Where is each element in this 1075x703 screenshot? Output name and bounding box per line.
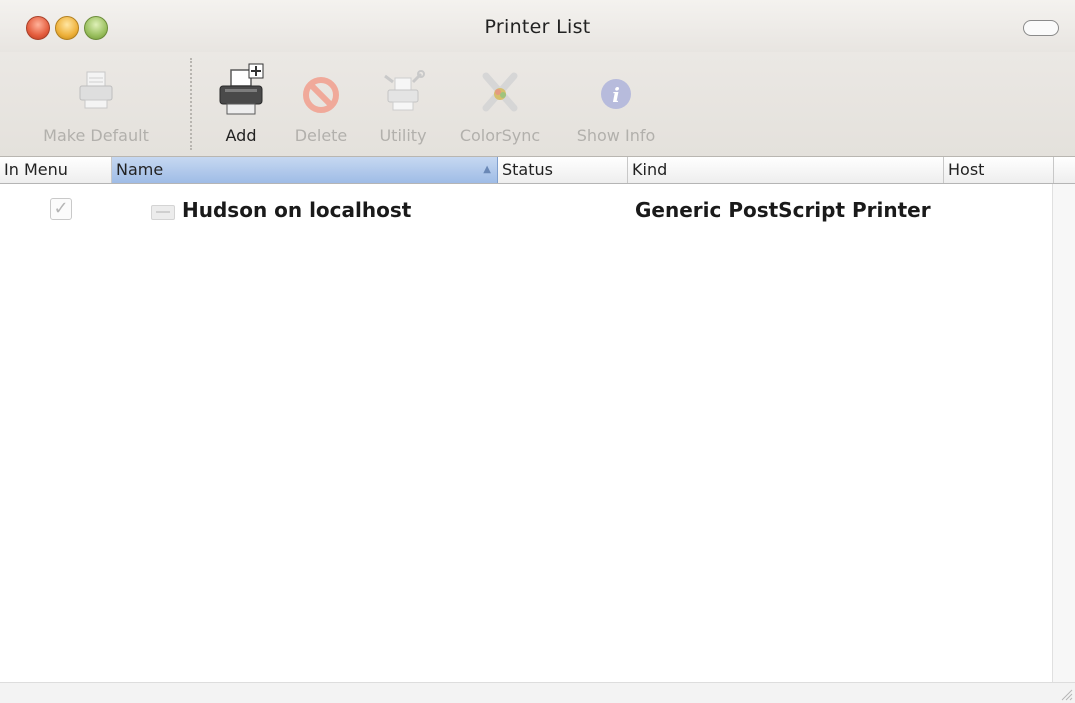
toolbar-separator xyxy=(190,58,192,150)
show-info-label: Show Info xyxy=(576,126,656,145)
column-header-label: Host xyxy=(948,160,985,179)
column-header-host[interactable]: Host xyxy=(944,157,1054,183)
colorsync-label: ColorSync xyxy=(459,126,541,145)
info-icon: i xyxy=(601,79,631,109)
resize-grip-icon[interactable] xyxy=(1059,687,1073,701)
svg-text:i: i xyxy=(612,83,620,107)
column-header-label: Status xyxy=(502,160,553,179)
column-header-label: Name xyxy=(116,160,164,179)
printer-kind: Generic PostScript Printer xyxy=(635,198,931,222)
printer-name: Hudson on localhost xyxy=(182,198,412,222)
add-button[interactable]: Add xyxy=(208,62,274,145)
delete-label: Delete xyxy=(294,126,348,145)
table-row[interactable]: ✓ Hudson on localhost Generic PostScript… xyxy=(0,196,1052,226)
sort-ascending-icon: ▲ xyxy=(483,164,491,175)
column-header-in-menu[interactable]: In Menu xyxy=(0,157,112,183)
table-header: In Menu Name ▲ Status Kind Host xyxy=(0,157,1075,184)
column-header-name[interactable]: Name ▲ xyxy=(112,157,498,183)
column-header-label: In Menu xyxy=(4,160,68,179)
vertical-scrollbar[interactable] xyxy=(1052,184,1075,682)
utility-icon xyxy=(384,70,425,111)
printer-icon xyxy=(151,205,175,220)
toolbar: Make Default Add Delete Utility ColorSyn… xyxy=(0,52,1075,157)
in-menu-checkbox[interactable]: ✓ xyxy=(50,198,72,220)
horizontal-scrollbar[interactable] xyxy=(0,682,1075,703)
window-title: Printer List xyxy=(484,16,591,38)
make-default-label: Make Default xyxy=(43,126,149,145)
printer-list: ✓ Hudson on localhost Generic PostScript… xyxy=(0,184,1052,682)
column-header-kind[interactable]: Kind xyxy=(628,157,944,183)
title-bar: Printer List xyxy=(0,0,1075,53)
delete-button[interactable]: Delete xyxy=(288,62,354,145)
utility-button[interactable]: Utility xyxy=(370,62,436,145)
printer-icon xyxy=(79,71,113,109)
utility-label: Utility xyxy=(379,126,427,145)
delete-icon xyxy=(303,77,339,113)
show-info-button[interactable]: i Show Info xyxy=(566,62,666,145)
colorsync-icon xyxy=(482,72,518,112)
add-printer-icon xyxy=(219,63,264,115)
add-label: Add xyxy=(225,126,257,145)
make-default-button[interactable]: Make Default xyxy=(20,62,172,145)
column-header-status[interactable]: Status xyxy=(498,157,628,183)
column-header-label: Kind xyxy=(632,160,668,179)
colorsync-button[interactable]: ColorSync xyxy=(450,62,550,145)
toolbar-toggle-button[interactable] xyxy=(1023,20,1059,36)
